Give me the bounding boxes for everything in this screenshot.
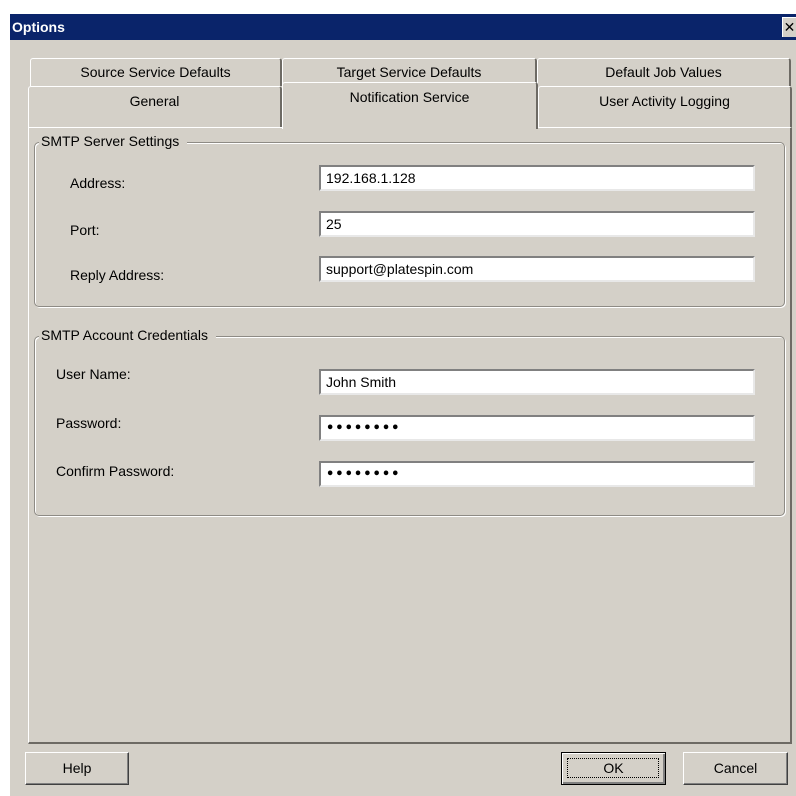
tab-label: General bbox=[129, 93, 180, 109]
group-legend: SMTP Server Settings bbox=[39, 133, 188, 149]
help-button[interactable]: Help bbox=[25, 752, 129, 785]
title-bar[interactable]: Options ✕ bbox=[10, 14, 796, 40]
port-field[interactable] bbox=[319, 211, 755, 237]
address-label: Address: bbox=[70, 175, 126, 191]
options-dialog: Options ✕ Source Service Defaults Target… bbox=[10, 14, 796, 796]
port-label: Port: bbox=[70, 222, 100, 238]
address-field[interactable] bbox=[319, 165, 755, 191]
tab-default-job-values[interactable]: Default Job Values bbox=[537, 58, 791, 86]
password-label: Password: bbox=[56, 415, 122, 431]
help-button-label: Help bbox=[62, 760, 92, 776]
notification-service-panel: SMTP Server Settings Address: Port: Repl… bbox=[28, 127, 792, 744]
user-name-field[interactable] bbox=[319, 369, 755, 395]
group-legend: SMTP Account Credentials bbox=[39, 327, 217, 343]
reply-address-field[interactable] bbox=[319, 256, 755, 282]
tab-label: Default Job Values bbox=[605, 64, 722, 80]
window-title: Options bbox=[12, 19, 65, 35]
tab-user-activity-logging[interactable]: User Activity Logging bbox=[538, 86, 792, 127]
tab-label: User Activity Logging bbox=[599, 93, 730, 109]
password-field[interactable] bbox=[319, 415, 755, 441]
confirm-password-field[interactable] bbox=[319, 461, 755, 487]
close-button[interactable]: ✕ bbox=[782, 17, 796, 37]
tab-source-service-defaults[interactable]: Source Service Defaults bbox=[30, 58, 282, 86]
confirm-password-label: Confirm Password: bbox=[56, 463, 175, 479]
ok-button[interactable]: OK bbox=[561, 752, 666, 785]
user-name-label: User Name: bbox=[56, 366, 131, 382]
smtp-server-settings-group: SMTP Server Settings Address: Port: Repl… bbox=[34, 133, 785, 307]
tab-label: Target Service Defaults bbox=[336, 64, 482, 80]
reply-address-label: Reply Address: bbox=[70, 267, 165, 283]
close-icon: ✕ bbox=[783, 19, 796, 35]
tab-label: Source Service Defaults bbox=[80, 64, 231, 80]
tab-notification-service[interactable]: Notification Service bbox=[282, 82, 538, 129]
tab-general[interactable]: General bbox=[28, 86, 282, 127]
cancel-button[interactable]: Cancel bbox=[683, 752, 788, 785]
focus-rectangle bbox=[567, 758, 659, 778]
tab-label: Notification Service bbox=[349, 89, 470, 105]
cancel-button-label: Cancel bbox=[713, 760, 758, 776]
smtp-account-credentials-group: SMTP Account Credentials User Name: Pass… bbox=[34, 327, 785, 516]
